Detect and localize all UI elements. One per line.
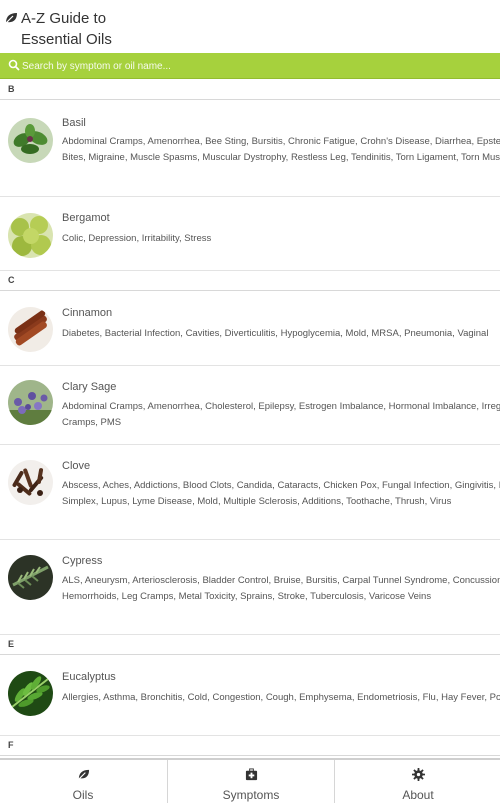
section-header-b: B — [0, 80, 500, 100]
section-header-c: C — [0, 271, 500, 291]
cypress-image — [8, 555, 53, 600]
section-letter: B — [8, 84, 15, 94]
tab-symptoms[interactable]: Symptoms — [167, 760, 333, 803]
clove-image — [8, 460, 53, 505]
tab-label: Symptoms — [222, 788, 280, 802]
oil-symptoms: Diabetes, Bacterial Infection, Cavities,… — [62, 328, 489, 339]
clary-sage-image — [8, 380, 53, 425]
oil-symptoms: Colic, Depression, Irritability, Stress — [62, 233, 212, 244]
oil-name: Eucalyptus — [62, 671, 116, 683]
section-header-e: E — [0, 635, 500, 655]
section-letter: F — [8, 740, 14, 750]
section-letter: C — [8, 275, 15, 285]
list-item-basil[interactable]: Basil Abdominal Cramps, Amenorrhea, Bee … — [0, 101, 500, 197]
tab-label: About — [402, 788, 434, 802]
search-input[interactable] — [22, 56, 492, 76]
list-item-eucalyptus[interactable]: Eucalyptus Allergies, Asthma, Bronchitis… — [0, 656, 500, 736]
oil-name: Clove — [62, 460, 91, 472]
cinnamon-image — [8, 307, 53, 352]
tab-about[interactable]: About — [334, 760, 500, 803]
tab-label: Oils — [72, 788, 94, 802]
oil-symptoms: Allergies, Asthma, Bronchitis, Cold, Con… — [62, 692, 500, 703]
oil-list[interactable]: B Basil Abdominal Cramps, Amenorrhea, Be… — [0, 80, 500, 758]
list-item-cinnamon[interactable]: Cinnamon Diabetes, Bacterial Infection, … — [0, 292, 500, 366]
bottom-tab-bar: Oils Symptoms About — [0, 758, 500, 803]
oil-name: Clary Sage — [62, 381, 117, 393]
oil-symptoms: Abscess, Aches, Addictions, Blood Clots,… — [62, 480, 500, 507]
oil-name: Basil — [62, 117, 86, 129]
bergamot-image — [8, 213, 53, 258]
title-line-2: Essential Oils — [21, 31, 112, 48]
gear-icon — [412, 768, 425, 781]
page-title: A-Z Guide to Essential Oils — [21, 8, 112, 50]
first-aid-kit-icon — [245, 768, 258, 781]
search-bar — [0, 53, 500, 79]
search-icon — [8, 59, 20, 71]
eucalyptus-image — [8, 671, 53, 716]
title-line-1: A-Z Guide to — [21, 10, 107, 27]
app-header: A-Z Guide to Essential Oils — [0, 0, 500, 53]
oil-name: Bergamot — [62, 212, 110, 224]
leaf-icon — [4, 13, 17, 25]
list-item-cypress[interactable]: Cypress ALS, Aneurysm, Arteriosclerosis,… — [0, 540, 500, 635]
leaf-icon — [77, 769, 90, 781]
list-item-bergamot[interactable]: Bergamot Colic, Depression, Irritability… — [0, 197, 500, 271]
section-header-f: F — [0, 736, 500, 756]
list-item-clary-sage[interactable]: Clary Sage Abdominal Cramps, Amenorrhea,… — [0, 366, 500, 445]
oil-name: Cypress — [62, 555, 103, 567]
oil-symptoms: Abdominal Cramps, Amenorrhea, Bee Sting,… — [62, 136, 500, 163]
section-letter: E — [8, 639, 15, 649]
oil-symptoms: ALS, Aneurysm, Arteriosclerosis, Bladder… — [62, 575, 500, 602]
oil-name: Cinnamon — [62, 307, 113, 319]
basil-image — [8, 118, 53, 163]
list-item-clove[interactable]: Clove Abscess, Aches, Addictions, Blood … — [0, 445, 500, 540]
tab-oils[interactable]: Oils — [0, 760, 166, 803]
oil-symptoms: Abdominal Cramps, Amenorrhea, Cholestero… — [62, 401, 500, 428]
